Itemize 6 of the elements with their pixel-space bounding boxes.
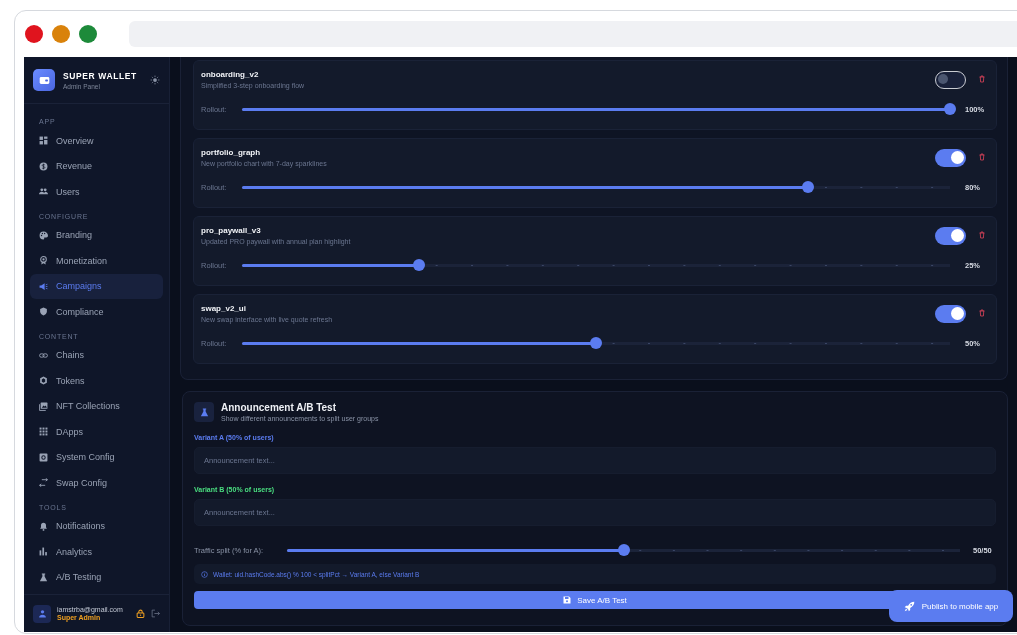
flag-name: pro_paywall_v3 <box>201 226 262 235</box>
brand-title: SUPER WALLET <box>63 70 138 81</box>
flag-name: swap_v2_ui <box>201 304 247 313</box>
flag-name: portfolio_graph <box>201 148 262 157</box>
panel-title: Announcement A/B Test <box>221 402 337 413</box>
flag-name: onboarding_v2 <box>201 70 260 79</box>
